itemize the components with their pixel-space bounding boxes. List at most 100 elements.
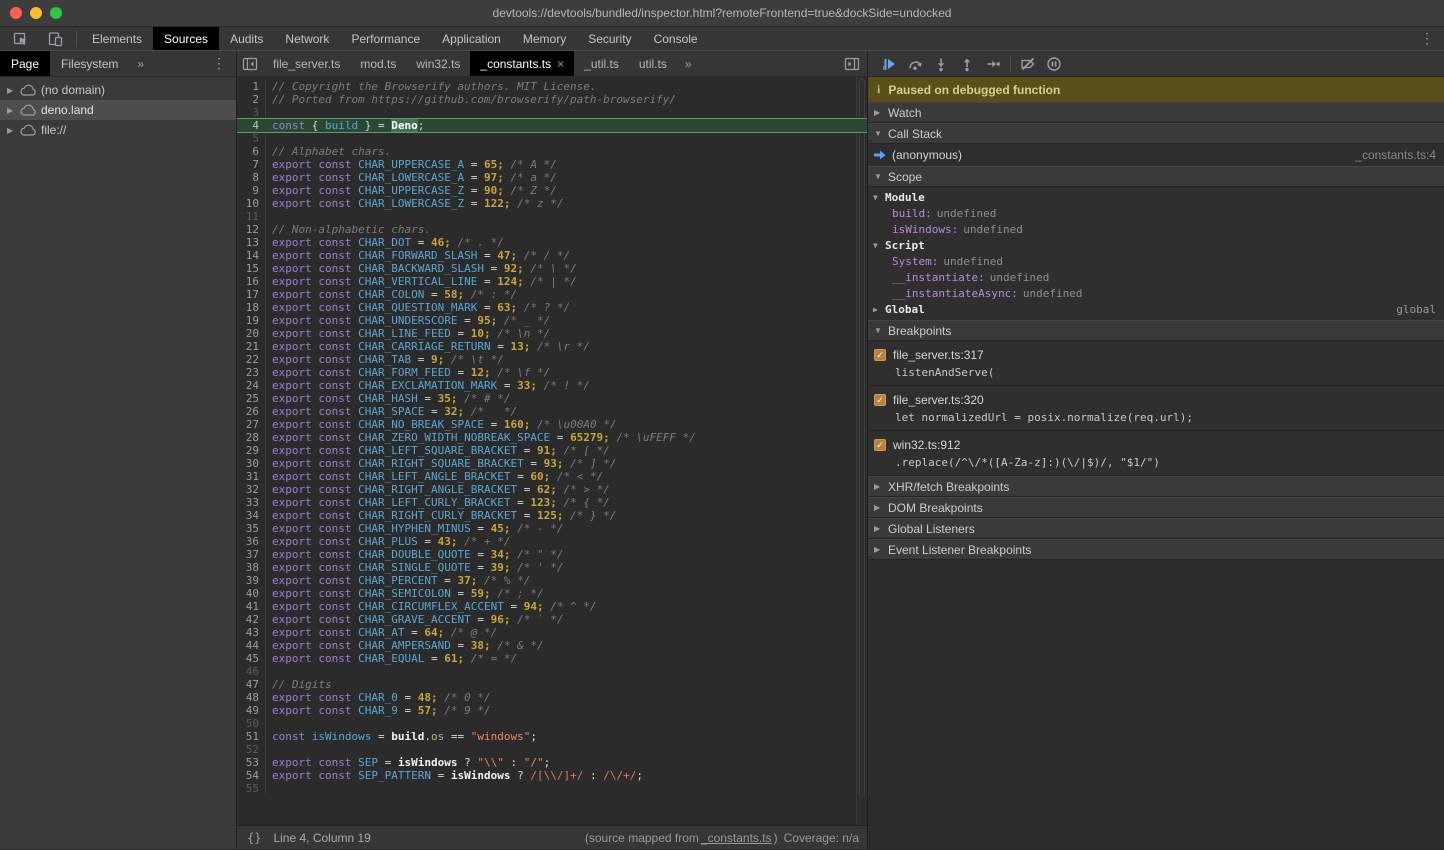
chevron-right-icon[interactable]: ▶ xyxy=(7,106,15,115)
line-number[interactable]: 39 xyxy=(237,574,266,587)
hide-debugger-sidebar-icon[interactable] xyxy=(839,51,865,76)
breakpoint-checkbox[interactable]: ✓ xyxy=(874,439,886,451)
line-number[interactable]: 21 xyxy=(237,340,266,353)
code-line[interactable]: 22export const CHAR_TAB = 9; /* \t */ xyxy=(237,353,867,366)
code-line[interactable]: 46 xyxy=(237,665,867,678)
section-scope[interactable]: ▼ Scope xyxy=(868,166,1444,187)
code-line[interactable]: 44export const CHAR_AMPERSAND = 38; /* &… xyxy=(237,639,867,652)
line-number[interactable]: 53 xyxy=(237,756,266,769)
line-number[interactable]: 33 xyxy=(237,496,266,509)
line-number[interactable]: 43 xyxy=(237,626,266,639)
chevron-down-icon[interactable]: ▼ xyxy=(873,193,881,202)
maximize-window-button[interactable] xyxy=(50,7,62,19)
line-number[interactable]: 25 xyxy=(237,392,266,405)
editor-more-tabs-icon[interactable]: » xyxy=(677,57,700,71)
chevron-right-icon[interactable]: ▶ xyxy=(7,86,15,95)
main-tab-network[interactable]: Network xyxy=(274,27,340,50)
navigator-more-tabs-icon[interactable]: » xyxy=(129,51,152,76)
code-line[interactable]: 39export const CHAR_PERCENT = 37; /* % *… xyxy=(237,574,867,587)
line-number[interactable]: 6 xyxy=(237,145,266,158)
chevron-right-icon[interactable]: ▶ xyxy=(873,305,881,314)
line-number[interactable]: 47 xyxy=(237,678,266,691)
code-line[interactable]: 26export const CHAR_SPACE = 32; /* */ xyxy=(237,405,867,418)
line-number[interactable]: 7 xyxy=(237,158,266,171)
code-line[interactable]: 23export const CHAR_FORM_FEED = 12; /* \… xyxy=(237,366,867,379)
close-window-button[interactable] xyxy=(10,7,22,19)
code-line[interactable]: 13export const CHAR_DOT = 46; /* . */ xyxy=(237,236,867,249)
breakpoint-entry[interactable]: ✓win32.ts:912.replace(/^\/*([A-Za-z]:)(\… xyxy=(868,431,1444,476)
line-number[interactable]: 35 xyxy=(237,522,266,535)
code-line[interactable]: 19export const CHAR_UNDERSCORE = 95; /* … xyxy=(237,314,867,327)
code-line[interactable]: 48export const CHAR_0 = 48; /* 0 */ xyxy=(237,691,867,704)
code-line[interactable]: 21export const CHAR_CARRIAGE_RETURN = 13… xyxy=(237,340,867,353)
line-number[interactable]: 22 xyxy=(237,353,266,366)
deactivate-breakpoints-button[interactable] xyxy=(1015,52,1041,76)
scope-property[interactable]: __instantiate:undefined xyxy=(868,269,1444,285)
code-line[interactable]: 8export const CHAR_LOWERCASE_A = 97; /* … xyxy=(237,171,867,184)
code-line[interactable]: 37export const CHAR_DOUBLE_QUOTE = 34; /… xyxy=(237,548,867,561)
section-watch[interactable]: ▶ Watch xyxy=(868,102,1444,123)
step-over-button[interactable] xyxy=(902,52,928,76)
editor-tab--util-ts[interactable]: _util.ts xyxy=(574,51,629,76)
line-number[interactable]: 52 xyxy=(237,743,266,756)
line-number[interactable]: 12 xyxy=(237,223,266,236)
code-line[interactable]: 16export const CHAR_VERTICAL_LINE = 124;… xyxy=(237,275,867,288)
devtools-menu-icon[interactable]: ⋮ xyxy=(1410,27,1444,50)
line-number[interactable]: 30 xyxy=(237,457,266,470)
line-number[interactable]: 51 xyxy=(237,730,266,743)
scope-property[interactable]: __instantiateAsync:undefined xyxy=(868,285,1444,301)
code-line[interactable]: 10export const CHAR_LOWERCASE_Z = 122; /… xyxy=(237,197,867,210)
line-number[interactable]: 38 xyxy=(237,561,266,574)
line-number[interactable]: 3 xyxy=(237,106,266,119)
code-area[interactable]: 1// Copyright the Browserify authors. MI… xyxy=(237,77,867,825)
section-xhr-fetch-breakpoints[interactable]: ▶XHR/fetch Breakpoints xyxy=(868,476,1444,497)
line-number[interactable]: 10 xyxy=(237,197,266,210)
line-number[interactable]: 17 xyxy=(237,288,266,301)
line-number[interactable]: 44 xyxy=(237,639,266,652)
code-line[interactable]: 36export const CHAR_PLUS = 43; /* + */ xyxy=(237,535,867,548)
section-breakpoints[interactable]: ▼ Breakpoints xyxy=(868,320,1444,341)
line-number[interactable]: 8 xyxy=(237,171,266,184)
line-number[interactable]: 42 xyxy=(237,613,266,626)
line-number[interactable]: 50 xyxy=(237,717,266,730)
line-number[interactable]: 20 xyxy=(237,327,266,340)
line-number[interactable]: 29 xyxy=(237,444,266,457)
code-line[interactable]: 2// Ported from https://github.com/brows… xyxy=(237,93,867,106)
editor-tab-win32-ts[interactable]: win32.ts xyxy=(406,51,470,76)
main-tab-memory[interactable]: Memory xyxy=(512,27,577,50)
line-number[interactable]: 41 xyxy=(237,600,266,613)
line-number[interactable]: 27 xyxy=(237,418,266,431)
tree-item--no-domain-[interactable]: ▶(no domain) xyxy=(0,80,236,100)
step-button[interactable] xyxy=(980,52,1006,76)
breakpoint-checkbox[interactable]: ✓ xyxy=(874,394,886,406)
chevron-right-icon[interactable]: ▶ xyxy=(7,126,15,135)
line-number[interactable]: 26 xyxy=(237,405,266,418)
line-number[interactable]: 34 xyxy=(237,509,266,522)
breakpoint-entry[interactable]: ✓file_server.ts:320let normalizedUrl = p… xyxy=(868,386,1444,431)
scope-group-module[interactable]: ▼Module xyxy=(868,189,1444,205)
code-line[interactable]: 51const isWindows = build.os == "windows… xyxy=(237,730,867,743)
line-number[interactable]: 36 xyxy=(237,535,266,548)
code-line[interactable]: 45export const CHAR_EQUAL = 61; /* = */ xyxy=(237,652,867,665)
execution-line[interactable]: 4const { build } = Deno; xyxy=(237,119,867,132)
line-number[interactable]: 48 xyxy=(237,691,266,704)
code-line[interactable]: 15export const CHAR_BACKWARD_SLASH = 92;… xyxy=(237,262,867,275)
line-number[interactable]: 40 xyxy=(237,587,266,600)
section-call-stack[interactable]: ▼ Call Stack xyxy=(868,123,1444,144)
minimize-window-button[interactable] xyxy=(30,7,42,19)
line-number[interactable]: 31 xyxy=(237,470,266,483)
code-line[interactable]: 35export const CHAR_HYPHEN_MINUS = 45; /… xyxy=(237,522,867,535)
code-line[interactable]: 1// Copyright the Browserify authors. MI… xyxy=(237,80,867,93)
code-line[interactable]: 33export const CHAR_LEFT_CURLY_BRACKET =… xyxy=(237,496,867,509)
code-line[interactable]: 41export const CHAR_CIRCUMFLEX_ACCENT = … xyxy=(237,600,867,613)
line-number[interactable]: 24 xyxy=(237,379,266,392)
code-line[interactable]: 12// Non-alphabetic chars. xyxy=(237,223,867,236)
code-line[interactable]: 28export const CHAR_ZERO_WIDTH_NOBREAK_S… xyxy=(237,431,867,444)
code-line[interactable]: 17export const CHAR_COLON = 58; /* : */ xyxy=(237,288,867,301)
line-number[interactable]: 18 xyxy=(237,301,266,314)
code-line[interactable]: 5 xyxy=(237,132,867,145)
main-tab-console[interactable]: Console xyxy=(643,27,709,50)
main-tab-security[interactable]: Security xyxy=(577,27,642,50)
resume-script-button[interactable] xyxy=(876,52,902,76)
code-line[interactable]: 27export const CHAR_NO_BREAK_SPACE = 160… xyxy=(237,418,867,431)
